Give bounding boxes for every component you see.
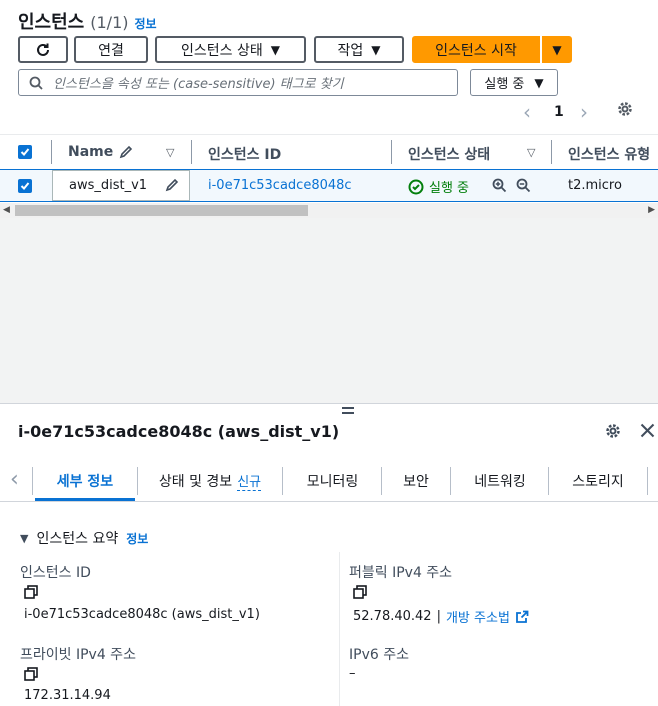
public-ipv4-value: 52.78.40.42 [353,609,432,624]
section-header[interactable]: ▼ 인스턴스 요약 정보 [20,528,148,548]
zoom-in-icon[interactable] [492,178,507,197]
actions-dropdown[interactable]: 작업 ▼ [314,36,404,63]
search-placeholder: 인스턴스을 속성 또는 (case-sensitive) 태그로 찾기 [53,77,344,92]
actions-label: 작업 [337,42,364,59]
drag-handle-icon[interactable] [342,407,354,415]
public-ipv4-separator: | [436,609,441,624]
column-header-instance-state[interactable]: 인스턴스 상태 [408,144,490,164]
running-status-icon [408,179,424,194]
row-checkbox[interactable] [18,179,32,193]
launch-options-dropdown[interactable]: ▼ [542,36,572,63]
edit-icon [119,145,133,159]
instance-state-text: 실행 중 [429,181,470,196]
tab-status-alarms[interactable]: 상태 및 경보 신규 [140,462,280,500]
instance-state-label: 인스턴스 상태 [181,42,263,59]
horizontal-scrollbar[interactable]: ◀ ▶ [0,203,658,218]
detail-title: i-0e71c53cadce8048c (aws_dist_v1) [18,422,340,441]
tab-divider [32,467,33,495]
tab-details[interactable]: 세부 정보 [35,462,135,500]
external-link-icon[interactable] [515,610,529,624]
split-panel-border [0,403,658,404]
state-filter-label: 실행 중 [484,77,525,92]
sort-caret-icon[interactable]: ▽ [166,146,174,159]
page-title: 인스턴스 [18,12,85,33]
caret-down-icon: ▼ [534,75,544,90]
info-link[interactable]: 정보 [134,15,156,32]
column-divider [551,140,552,164]
ipv6-label: IPv6 주소 [349,647,409,663]
tab-divider [137,467,138,495]
state-filter-dropdown[interactable]: 실행 중 ▼ [470,69,558,96]
column-divider-vertical [339,552,340,706]
column-header-instance-id[interactable]: 인스턴스 ID [208,144,281,164]
panel-settings-gear-icon[interactable] [604,422,622,444]
pagination-next-icon[interactable]: › [580,100,588,124]
scroll-left-icon[interactable]: ◀ [3,205,10,215]
tab-monitoring[interactable]: 모니터링 [285,462,380,500]
tab-security[interactable]: 보안 [384,462,448,500]
column-header-instance-type[interactable]: 인스턴스 유형 [568,144,650,164]
search-icon [29,76,43,90]
select-all-checkbox[interactable] [18,145,32,159]
refresh-button[interactable] [18,36,68,63]
edit-name-icon[interactable] [165,178,179,196]
connect-button[interactable]: 연결 [74,36,148,63]
instance-state-dropdown[interactable]: 인스턴스 상태 ▼ [155,36,306,63]
caret-down-icon: ▼ [552,42,562,57]
private-ipv4-label: 프라이빗 IPv4 주소 [20,647,136,663]
table-top-border [0,134,658,135]
pagination-page[interactable]: 1 [554,104,564,120]
section-title: 인스턴스 요약 [36,531,119,547]
scrollbar-thumb[interactable] [15,205,308,216]
tab-storage[interactable]: 스토리지 [551,462,645,500]
scroll-right-icon[interactable]: ▶ [648,205,655,215]
table-empty-area [0,218,658,403]
preferences-gear-icon[interactable] [616,100,634,122]
column-divider [51,140,52,164]
open-address-link[interactable]: 개방 주소법 [446,607,510,626]
instance-id-label: 인스턴스 ID [20,565,91,581]
column-divider [191,140,192,164]
ipv6-value: – [349,666,356,681]
tab-divider [548,467,549,495]
column-header-name[interactable]: Name [68,144,133,160]
copy-icon[interactable] [353,585,367,603]
search-input[interactable]: 인스턴스을 속성 또는 (case-sensitive) 태그로 찾기 [18,69,458,96]
tabs-bottom-border [0,501,658,502]
collapse-caret-icon: ▼ [20,531,29,545]
tab-details-label: 세부 정보 [56,474,114,490]
tab-networking[interactable]: 네트워킹 [453,462,547,500]
section-info-link[interactable]: 정보 [126,530,148,547]
page-title-row: 인스턴스 (1/1) 정보 [18,8,157,33]
column-divider [391,140,392,164]
tab-divider [282,467,283,495]
refresh-icon [37,43,49,56]
public-ipv4-row: 52.78.40.42 | 개방 주소법 [353,607,529,626]
tab-divider [381,467,382,495]
tab-status-alarms-label: 상태 및 경보 [158,474,233,490]
pagination-prev-icon[interactable]: ‹ [523,100,531,124]
instance-id-link[interactable]: i-0e71c53cadce8048c [208,178,352,193]
instance-id-value: i-0e71c53cadce8048c (aws_dist_v1) [24,607,260,622]
launch-instance-button[interactable]: 인스턴스 시작 [412,36,540,63]
caret-down-icon: ▼ [270,42,280,57]
sort-caret-icon[interactable]: ▽ [527,146,535,159]
tab-divider [647,467,648,495]
instance-type-value: t2.micro [568,178,622,193]
instance-state-cell: 실행 중 [408,177,469,196]
copy-icon[interactable] [24,585,38,603]
instance-name: aws_dist_v1 [69,178,148,193]
tabs-scroll-left-icon[interactable]: ‹ [10,467,19,492]
caret-down-icon: ▼ [371,42,381,57]
close-panel-icon[interactable] [640,423,655,442]
public-ipv4-label: 퍼블릭 IPv4 주소 [349,565,453,581]
column-header-name-label: Name [68,144,114,160]
zoom-out-icon[interactable] [516,178,531,197]
copy-icon[interactable] [24,667,38,685]
tab-divider [450,467,451,495]
private-ipv4-value: 172.31.14.94 [24,688,111,703]
instance-count: (1/1) [90,13,129,32]
new-badge: 신규 [237,471,262,491]
